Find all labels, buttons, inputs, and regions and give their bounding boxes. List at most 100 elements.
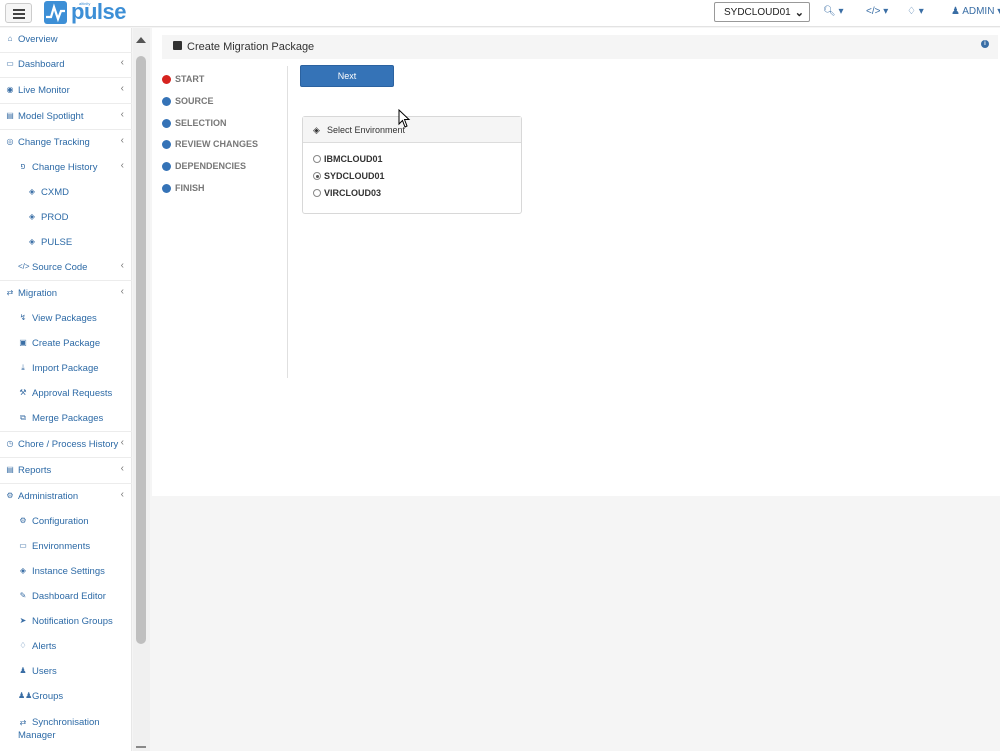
sidebar-item-label: Reports (18, 465, 52, 476)
logo-brand-text: altinity (79, 1, 91, 6)
step-indicator-icon (162, 184, 171, 193)
sidebar-item-label: Alerts (32, 641, 57, 652)
scrollbar-thumb[interactable] (136, 56, 146, 644)
cubes-icon: ◈ (28, 187, 36, 196)
notifications-dropdown-button[interactable]: ♢ ▾ (907, 6, 924, 17)
chevron-left-icon: ‹ (120, 135, 124, 146)
sidebar-item-label: Users (32, 666, 57, 677)
sidebar-item-view-packages[interactable]: ↯ View Packages (0, 307, 132, 332)
step-indicator-icon (162, 119, 171, 128)
scroll-up-arrow-icon[interactable] (136, 37, 146, 43)
step-label: DEPENDENCIES (175, 161, 247, 171)
sidebar-item-prod[interactable]: ◈ PROD (0, 206, 132, 231)
archive-icon (173, 41, 182, 50)
sidebar-item-label: Dashboard (18, 59, 65, 70)
sidebar-item-import-package[interactable]: ⤓ Import Package (0, 357, 132, 382)
radio-button[interactable] (313, 189, 321, 197)
copy-icon: ⧉ (20, 413, 26, 422)
bolt-icon: ↯ (19, 313, 27, 322)
sidebar-item-overview[interactable]: ⌂ Overview (0, 28, 132, 53)
sidebar-item-label: CXMD (41, 187, 69, 198)
sidebar-item-label: View Packages (32, 313, 97, 324)
sidebar-item-change-history[interactable]: פ Change History ‹ (0, 156, 132, 181)
radio-button[interactable] (313, 155, 321, 163)
eye-icon: ◎ (6, 137, 14, 146)
admin-menu[interactable]: ♟ ADMIN ▾ (951, 6, 1000, 17)
sidebar-item-instance-settings[interactable]: ◈ Instance Settings (0, 560, 132, 585)
search-icon: 🔍︎ (823, 6, 836, 17)
instance-select[interactable]: SYDCLOUD01 ⌄ (714, 2, 810, 22)
sidebar-scrollbar[interactable] (133, 28, 150, 751)
step-label: SELECTION (175, 118, 227, 128)
chevron-down-icon: ⌄ (794, 7, 804, 19)
sidebar-item-label: Approval Requests (32, 388, 113, 399)
sidebar-item-users[interactable]: ♟ Users (0, 660, 132, 685)
cubes-icon: ◈ (28, 237, 36, 246)
radio-button[interactable] (313, 172, 321, 180)
sidebar-item-approval-requests[interactable]: ⚒ Approval Requests (0, 382, 132, 407)
sidebar-item-cxmd[interactable]: ◈ CXMD (0, 181, 132, 206)
sidebar-item-label: Overview (18, 34, 58, 45)
sidebar-item-environments[interactable]: ▭ Environments (0, 535, 132, 560)
exchange-icon: ⇄ (6, 288, 14, 297)
sidebar-item-synchronisation-manager[interactable]: ⇄ Synchronisation Manager (0, 713, 132, 743)
env-option-label: VIRCLOUD03 (324, 188, 382, 198)
sidebar-item-administration[interactable]: ⚙ Administration ‹ (0, 485, 132, 510)
sidebar: ⌂ Overview ▭ Dashboard ‹ ◉ Live Monitor … (0, 28, 132, 751)
chevron-left-icon: ‹ (120, 437, 124, 448)
clock-icon: ◷ (6, 439, 14, 448)
code-icon: </> (866, 6, 881, 17)
sidebar-item-alerts[interactable]: ♢ Alerts (0, 635, 132, 660)
cubes-icon: ◈ (313, 125, 320, 135)
sidebar-item-label: Live Monitor (18, 85, 70, 96)
gavel-icon: ⚒ (19, 388, 27, 397)
sidebar-item-reports[interactable]: ▤ Reports ‹ (0, 459, 132, 484)
sidebar-item-create-package[interactable]: ▣ Create Package (0, 332, 132, 357)
sidebar-item-pulse[interactable]: ◈ PULSE (0, 231, 132, 256)
pulse-logo-icon (44, 0, 67, 24)
cog-icon: ⚙ (19, 516, 27, 525)
scroll-down-arrow-icon[interactable] (136, 746, 146, 748)
user-icon: ♟ (951, 6, 960, 17)
step-label: FINISH (175, 183, 205, 193)
sidebar-item-dashboard[interactable]: ▭ Dashboard ‹ (0, 53, 132, 78)
user-icon: ♟ (19, 666, 27, 675)
chevron-left-icon: ‹ (120, 160, 124, 171)
sidebar-item-chore-process-history[interactable]: ◷ Chore / Process History ‹ (0, 433, 132, 458)
sidebar-item-live-monitor[interactable]: ◉ Live Monitor ‹ (0, 79, 132, 104)
search-dropdown-button[interactable]: 🔍︎ ▾ (823, 6, 844, 17)
sidebar-item-label: Instance Settings (32, 566, 105, 577)
sidebar-item-dashboard-editor[interactable]: ✎ Dashboard Editor (0, 585, 132, 610)
step-indicator-icon (162, 140, 171, 149)
info-icon[interactable]: i (981, 40, 989, 48)
chevron-left-icon: ‹ (120, 109, 124, 120)
sidebar-item-configuration[interactable]: ⚙ Configuration (0, 510, 132, 535)
sidebar-item-merge-packages[interactable]: ⧉ Merge Packages (0, 407, 132, 432)
sidebar-item-label: Change Tracking (18, 137, 90, 148)
step-label: REVIEW CHANGES (175, 139, 259, 149)
sidebar-item-model-spotlight[interactable]: ▤ Model Spotlight ‹ (0, 105, 132, 130)
sidebar-item-label: Model Spotlight (18, 111, 84, 122)
env-panel-header: ◈ Select Environment (303, 117, 521, 143)
step-label: SOURCE (175, 96, 214, 106)
env-panel-title: Select Environment (327, 125, 406, 135)
sidebar-item-migration[interactable]: ⇄ Migration ‹ (0, 282, 132, 307)
desktop-icon: ▭ (6, 59, 14, 68)
sidebar-item-groups[interactable]: ♟♟ Groups (0, 685, 132, 710)
code-dropdown-button[interactable]: </> ▾ (866, 6, 888, 17)
sidebar-item-notification-groups[interactable]: ➤ Notification Groups (0, 610, 132, 635)
instance-select-value: SYDCLOUD01 (724, 7, 791, 18)
menu-toggle-button[interactable] (5, 3, 32, 23)
mouse-cursor-icon (398, 108, 412, 132)
spotlight-icon: ▤ (6, 111, 14, 120)
sidebar-item-label: Environments (32, 541, 91, 552)
next-button[interactable]: Next (300, 65, 394, 87)
panel-header: Create Migration Package i (162, 35, 998, 59)
archive-icon: ▣ (19, 338, 27, 347)
top-bar: pulse altinity SYDCLOUD01 ⌄ 🔍︎ ▾ </> ▾ ♢… (0, 0, 1000, 27)
sidebar-item-change-tracking[interactable]: ◎ Change Tracking ‹ (0, 131, 132, 156)
main-content: Create Migration Package i START SOURCE … (152, 28, 1000, 496)
sidebar-item-label: PROD (41, 212, 69, 223)
sidebar-item-source-code[interactable]: </> Source Code ‹ (0, 256, 132, 281)
wizard-steps: START SOURCE SELECTION REVIEW CHANGES DE… (162, 66, 288, 378)
